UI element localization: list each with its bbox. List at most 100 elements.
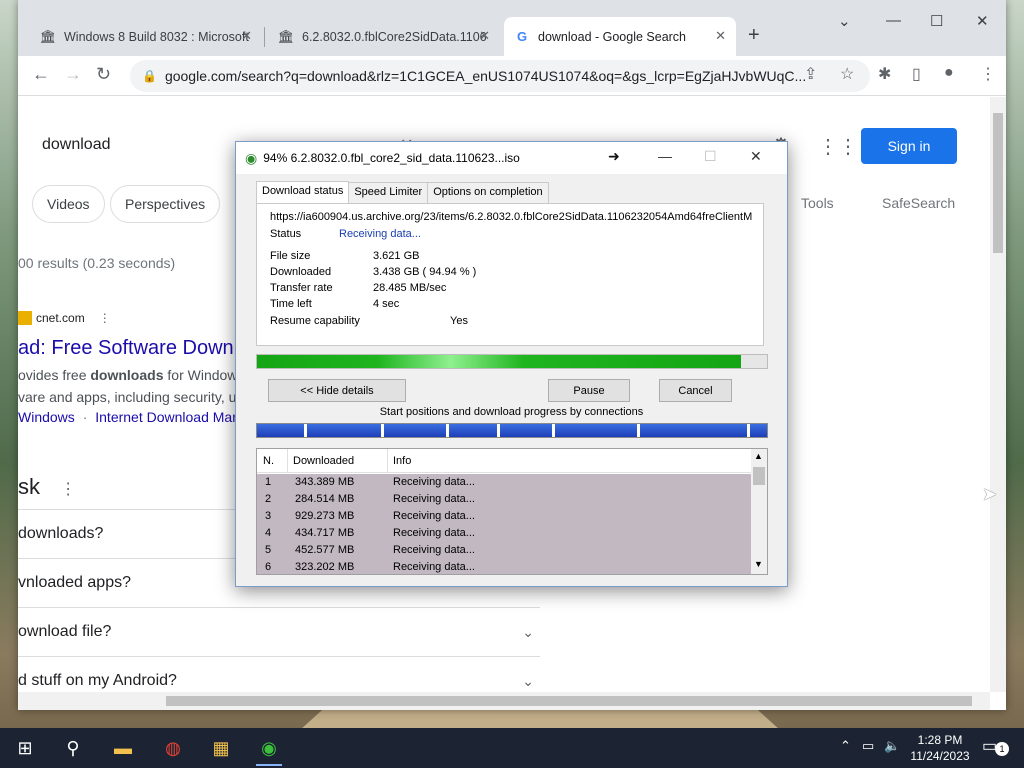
cancel-button[interactable]: Cancel: [659, 379, 732, 402]
column-downloaded[interactable]: Downloaded: [293, 455, 354, 467]
connection-row[interactable]: 5 452.577 MB Receiving data...: [257, 542, 751, 559]
google-icon: G: [516, 29, 528, 44]
hide-details-button[interactable]: << Hide details: [268, 379, 406, 402]
extensions-icon[interactable]: ✱: [878, 64, 891, 84]
tools-button[interactable]: Tools: [801, 195, 834, 211]
back-icon[interactable]: ←: [32, 64, 50, 85]
connection-info: Receiving data...: [393, 561, 475, 573]
close-tab-icon[interactable]: ✕: [241, 28, 252, 44]
archive-icon: 🏛: [39, 28, 57, 44]
connection-row[interactable]: 6 323.202 MB Receiving data...: [257, 559, 751, 574]
list-scrollbar[interactable]: ▲ ▼: [751, 449, 767, 574]
forward-icon[interactable]: →: [64, 64, 82, 85]
close-window-icon[interactable]: ✕: [976, 12, 989, 30]
system-clock[interactable]: 1:28 PM 11/24/2023: [906, 732, 974, 764]
chevron-down-icon: ⌄: [522, 672, 534, 689]
people-also-ask-heading: sk ⋮: [18, 474, 76, 500]
notification-count: 1: [995, 742, 1009, 756]
connections-list: N. Downloaded Info 1 343.389 MB Receiving …: [256, 448, 768, 575]
vertical-scrollbar[interactable]: [990, 97, 1006, 692]
connection-marker: [304, 424, 307, 437]
new-tab-button[interactable]: +: [748, 24, 760, 47]
result-title-link[interactable]: ad: Free Software Downl: [18, 337, 238, 360]
tab-download-status[interactable]: Download status: [256, 181, 350, 203]
scroll-up-icon[interactable]: ▲: [754, 451, 763, 461]
maximize-icon[interactable]: ☐: [930, 12, 943, 30]
show-hidden-icons[interactable]: ⌃: [840, 738, 851, 754]
app-icon[interactable]: ▦: [208, 736, 234, 760]
tab-title: Windows 8 Build 8032 : Microsoft: [64, 29, 249, 44]
scrollbar-thumb[interactable]: [993, 113, 1003, 253]
chrome-icon[interactable]: ◍: [160, 736, 186, 760]
tab-options-on-completion[interactable]: Options on completion: [427, 182, 549, 203]
filter-chip-perspectives[interactable]: Perspectives: [110, 185, 221, 223]
sitelink-separator: ·: [82, 409, 88, 425]
share-icon[interactable]: ⇪: [804, 64, 817, 84]
column-number[interactable]: N.: [263, 455, 274, 467]
clock-date: 11/24/2023: [910, 749, 970, 763]
connection-row[interactable]: 4 434.717 MB Receiving data...: [257, 525, 751, 542]
status-value: Receiving data...: [339, 228, 421, 240]
search-query[interactable]: download: [42, 136, 111, 154]
minimize-icon[interactable]: —: [886, 12, 901, 29]
idm-taskbar-icon[interactable]: ◉: [256, 736, 282, 766]
reload-icon[interactable]: ↻: [96, 64, 111, 85]
address-url[interactable]: google.com/search?q=download&rlz=1C1GCEA…: [165, 68, 805, 84]
side-panel-icon[interactable]: ▯: [912, 64, 921, 84]
sign-in-button[interactable]: Sign in: [861, 128, 957, 164]
sitelink-windows[interactable]: Windows: [18, 409, 75, 425]
result-site[interactable]: cnet.com ⋮: [18, 311, 111, 325]
profile-icon[interactable]: ●: [944, 64, 954, 82]
connection-row[interactable]: 2 284.514 MB Receiving data...: [257, 491, 751, 508]
tab-archive-fblcore[interactable]: 🏛 6.2.8032.0.fblCore2SidData.1106 ✕: [268, 17, 500, 56]
progress-fill: [257, 355, 742, 368]
file-explorer-icon[interactable]: ▬: [110, 736, 136, 760]
safesearch-button[interactable]: SafeSearch: [882, 195, 955, 211]
pause-button[interactable]: Pause: [548, 379, 630, 402]
idm-titlebar[interactable]: ◉ 94% 6.2.8032.0.fbl_core2_sid_data.1106…: [236, 142, 787, 174]
scroll-down-icon[interactable]: ▼: [754, 559, 763, 569]
connection-info: Receiving data...: [393, 527, 475, 539]
downloaded-label: Downloaded: [270, 266, 332, 278]
idm-minimize-icon[interactable]: —: [658, 148, 672, 164]
download-url: https://ia600904.us.archive.org/23/items…: [270, 211, 753, 223]
google-apps-icon[interactable]: ⋮⋮: [818, 134, 858, 159]
menu-kebab-icon[interactable]: ⋮: [980, 64, 996, 84]
connection-row[interactable]: 3 929.273 MB Receiving data...: [257, 508, 751, 525]
file-size-label: File size: [270, 250, 311, 262]
connection-row[interactable]: 1 343.389 MB Receiving data...: [257, 474, 751, 491]
downloaded-value: 3.438 GB ( 94.94 % ): [373, 266, 477, 278]
site-name: cnet.com: [36, 311, 85, 325]
close-tab-icon[interactable]: ✕: [479, 28, 490, 44]
paa-more-icon[interactable]: ⋮: [60, 481, 76, 498]
connection-downloaded: 452.577 MB: [295, 544, 355, 556]
tab-archive-windows8[interactable]: 🏛 Windows 8 Build 8032 : Microsoft ✕: [30, 17, 262, 56]
horizontal-scrollbar[interactable]: [18, 692, 990, 710]
connection-n: 1: [265, 476, 272, 488]
scrollbar-thumb[interactable]: [753, 467, 765, 485]
volume-muted-icon[interactable]: 🔈: [884, 738, 900, 754]
filter-chip-videos[interactable]: Videos: [32, 185, 105, 223]
tab-speed-limiter[interactable]: Speed Limiter: [348, 182, 429, 203]
close-tab-icon[interactable]: ✕: [715, 28, 726, 44]
idm-app-icon: ◉: [245, 149, 258, 166]
result-snippet-line2: vare and apps, including security, u: [18, 389, 237, 405]
start-windows-icon[interactable]: ⊞: [12, 736, 38, 760]
sitelink-idm[interactable]: Internet Download Mana: [95, 409, 248, 425]
tab-google-search[interactable]: G download - Google Search ✕: [504, 17, 736, 56]
idm-close-icon[interactable]: ✕: [750, 148, 762, 165]
list-header: N. Downloaded Info: [257, 449, 751, 473]
address-bar[interactable]: 🔒 google.com/search?q=download&rlz=1C1GC…: [130, 60, 870, 92]
search-icon[interactable]: ⚲: [60, 736, 86, 760]
network-icon[interactable]: ▭: [862, 738, 874, 754]
more-options-icon[interactable]: ⋮: [99, 311, 111, 325]
tab-search-icon[interactable]: ⌄: [838, 12, 851, 30]
bookmark-star-icon[interactable]: ☆: [840, 64, 854, 84]
paa-question[interactable]: d stuff on my Android? ⌄: [18, 656, 540, 692]
paa-question[interactable]: ownload file? ⌄: [18, 607, 540, 656]
column-info[interactable]: Info: [393, 455, 411, 467]
connection-marker: [381, 424, 384, 437]
idm-maximize-icon[interactable]: ☐: [704, 148, 717, 165]
notifications-icon[interactable]: ▭ 1: [982, 736, 1009, 756]
scrollbar-thumb[interactable]: [166, 696, 972, 706]
